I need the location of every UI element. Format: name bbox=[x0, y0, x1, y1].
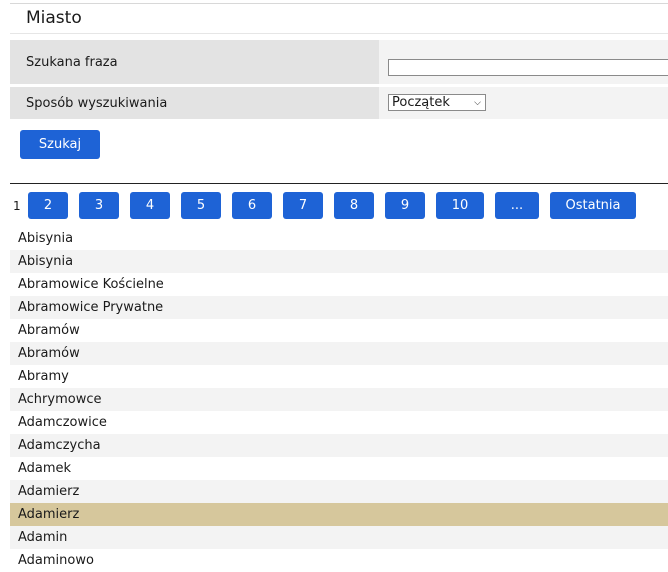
list-item[interactable]: Abisynia bbox=[10, 250, 668, 273]
list-item[interactable]: Abramowice Kościelne bbox=[10, 273, 668, 296]
results-list: Abisynia Abisynia Abramowice Kościelne Abra… bbox=[10, 227, 668, 572]
list-item[interactable]: Adamierz bbox=[10, 480, 668, 503]
search-mode-row: Sposób wyszukiwania Początek ⌵ bbox=[10, 87, 668, 119]
search-phrase-input[interactable] bbox=[388, 59, 668, 76]
page-button-9[interactable]: 9 bbox=[385, 192, 425, 219]
search-mode-cell: Początek ⌵ bbox=[379, 87, 668, 119]
pagination: 1 2 3 4 5 6 7 8 9 10... Ostatnia bbox=[10, 192, 647, 219]
list-item[interactable]: Abramowice Prywatne bbox=[10, 296, 668, 319]
page-button-more[interactable]: ... bbox=[495, 192, 539, 219]
search-phrase-label: Szukana fraza bbox=[10, 40, 379, 84]
list-item[interactable]: Adamek bbox=[10, 457, 668, 480]
list-item[interactable]: Adamin bbox=[10, 526, 668, 549]
search-phrase-cell bbox=[379, 40, 668, 84]
list-item[interactable]: Adaminowo bbox=[10, 549, 668, 572]
search-mode-select[interactable]: Początek ⌵ bbox=[388, 94, 486, 111]
list-item[interactable]: Adamierz bbox=[10, 503, 668, 526]
page-button-3[interactable]: 3 bbox=[79, 192, 119, 219]
search-button[interactable]: Szukaj bbox=[20, 130, 100, 159]
top-divider bbox=[10, 3, 668, 4]
current-page: 1 bbox=[13, 198, 21, 213]
page-title: Miasto bbox=[26, 8, 82, 28]
title-divider bbox=[10, 33, 668, 34]
page-button-5[interactable]: 5 bbox=[181, 192, 221, 219]
chevron-down-icon: ⌵ bbox=[474, 98, 481, 108]
page-button-4[interactable]: 4 bbox=[130, 192, 170, 219]
list-item[interactable]: Achrymowce bbox=[10, 388, 668, 411]
page-button-2[interactable]: 2 bbox=[28, 192, 68, 219]
page-button-6[interactable]: 6 bbox=[232, 192, 272, 219]
list-item[interactable]: Adamczycha bbox=[10, 434, 668, 457]
search-phrase-row: Szukana fraza bbox=[10, 40, 668, 84]
search-mode-selected: Początek bbox=[392, 95, 450, 110]
list-item[interactable]: Abramów bbox=[10, 319, 668, 342]
list-item[interactable]: Adamczowice bbox=[10, 411, 668, 434]
list-item[interactable]: Abramów bbox=[10, 342, 668, 365]
results-divider bbox=[10, 183, 668, 184]
list-item[interactable]: Abramy bbox=[10, 365, 668, 388]
page-button-10[interactable]: 10 bbox=[436, 192, 484, 219]
list-item[interactable]: Abisynia bbox=[10, 227, 668, 250]
last-page-button[interactable]: Ostatnia bbox=[550, 192, 636, 219]
search-mode-label: Sposób wyszukiwania bbox=[10, 87, 379, 119]
page-button-8[interactable]: 8 bbox=[334, 192, 374, 219]
page-button-7[interactable]: 7 bbox=[283, 192, 323, 219]
